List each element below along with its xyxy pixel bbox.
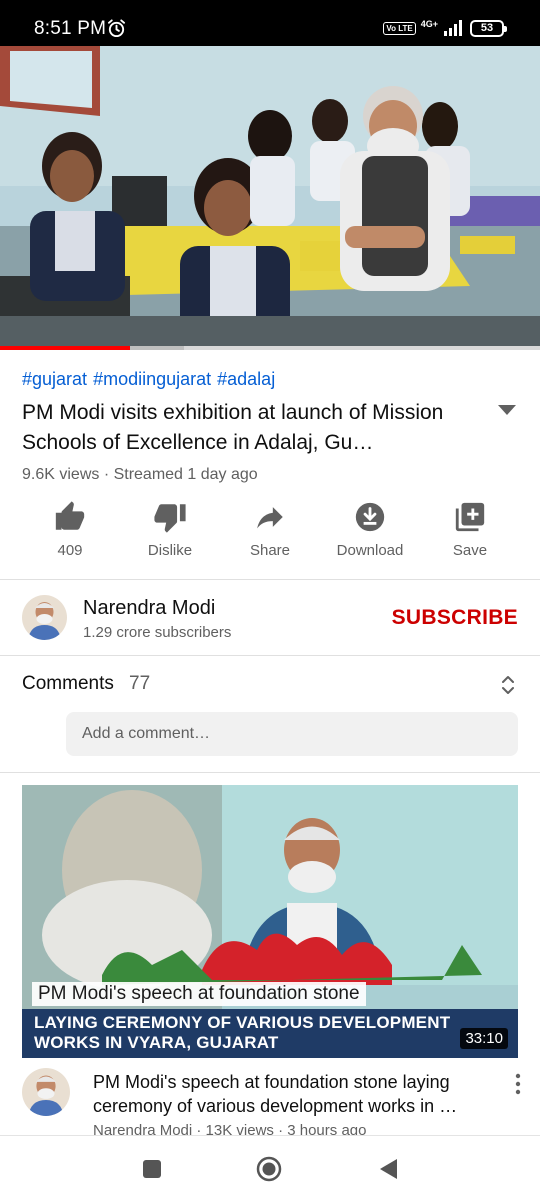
share-label: Share	[249, 542, 291, 559]
back-icon[interactable]	[376, 1156, 402, 1182]
subscriber-count: 1.29 crore subscribers	[83, 624, 232, 641]
recommended-thumbnail[interactable]: PM Modi's speech at foundation stone LAY…	[22, 785, 518, 1058]
divider	[0, 655, 540, 656]
add-comment-input[interactable]: Add a comment…	[66, 712, 518, 756]
status-time: 8:51 PM	[34, 18, 107, 39]
thumbnail-banner: LAYING CEREMONY OF VARIOUS DEVELOPMENT W…	[22, 1009, 518, 1058]
channel-avatar[interactable]	[22, 595, 67, 640]
status-indicators: Vo LTE 4G+ 53	[383, 17, 507, 39]
comments-count: 77	[129, 673, 151, 694]
expand-collapse-icon[interactable]	[500, 674, 516, 696]
progress-fill	[0, 346, 130, 350]
status-bar: 8:51 PM Vo LTE 4G+ 53	[0, 0, 540, 46]
chevron-down-icon[interactable]	[498, 405, 516, 417]
share-button[interactable]: Share	[220, 500, 320, 559]
hashtags: #gujarat #modiingujarat #adalaj	[22, 369, 281, 390]
volte-badge: Vo LTE	[383, 21, 416, 35]
divider	[0, 579, 540, 580]
hashtag-link[interactable]: #gujarat	[22, 369, 87, 389]
battery-icon: 53	[470, 19, 507, 37]
thumbnail-caption: PM Modi's speech at foundation stone	[32, 982, 366, 1006]
home-icon[interactable]	[256, 1156, 282, 1182]
alarm-icon	[107, 19, 126, 38]
download-label: Download	[336, 542, 404, 559]
video-player[interactable]	[0, 46, 540, 348]
avatar-image	[22, 595, 67, 640]
system-nav-bar	[0, 1135, 540, 1200]
hashtag-link[interactable]: #modiingujarat	[93, 369, 211, 389]
channel-name[interactable]: Narendra Modi	[83, 597, 215, 620]
action-row: 409 Dislike Share Download Save	[0, 500, 540, 572]
download-button[interactable]: Download	[320, 500, 420, 559]
recommended-title[interactable]: PM Modi's speech at foundation stone lay…	[93, 1070, 493, 1118]
like-count: 409	[57, 542, 83, 559]
dislike-label: Dislike	[147, 542, 193, 559]
avatar-image	[22, 1068, 70, 1116]
thumbs-up-icon	[55, 501, 85, 530]
video-frame	[0, 46, 540, 348]
video-progress-bar[interactable]	[0, 346, 540, 350]
save-button[interactable]: Save	[420, 500, 520, 559]
comments-label: Comments	[22, 673, 114, 694]
subscribe-button[interactable]: SUBSCRIBE	[392, 606, 518, 630]
recommended-channel-avatar[interactable]	[22, 1068, 70, 1116]
save-playlist-icon	[455, 502, 485, 532]
share-icon	[257, 507, 283, 529]
dislike-button[interactable]: Dislike	[120, 500, 220, 559]
recents-icon[interactable]	[139, 1156, 165, 1182]
download-icon	[355, 502, 385, 532]
network-type: 4G+	[420, 18, 438, 29]
video-meta: 9.6K views · Streamed 1 day ago	[22, 466, 258, 483]
video-title[interactable]: PM Modi visits exhibition at launch of M…	[22, 398, 482, 458]
save-label: Save	[452, 542, 488, 559]
like-button[interactable]: 409	[20, 500, 120, 559]
thumbs-down-icon	[154, 504, 186, 533]
more-options-icon[interactable]	[514, 1073, 522, 1095]
divider	[0, 772, 540, 773]
signal-icon	[444, 20, 462, 36]
hashtag-link[interactable]: #adalaj	[217, 369, 275, 389]
duration-badge: 33:10	[460, 1028, 508, 1049]
